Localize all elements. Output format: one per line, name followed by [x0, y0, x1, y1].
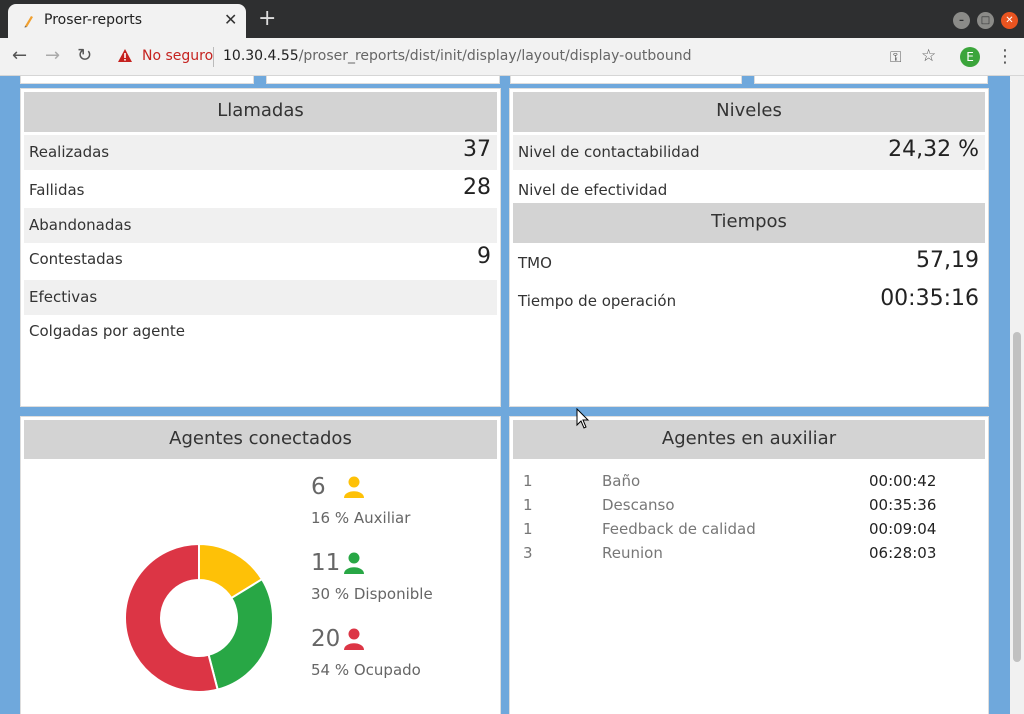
ocupado-pct: 54 % Ocupado — [311, 661, 421, 679]
close-tab-icon[interactable]: ✕ — [224, 10, 237, 29]
llamadas-row-abandonadas: Abandonadas — [24, 208, 497, 243]
browser-tab-bar: Proser-reports ✕ + – □ ✕ — [0, 0, 1024, 38]
llamadas-row-realizadas: Realizadas 37 — [24, 135, 497, 170]
row-value: 24,32 % — [888, 137, 979, 162]
not-secure-label[interactable]: No seguro — [142, 48, 213, 64]
aux-time: 00:35:36 — [869, 496, 937, 514]
row-label: Nivel de contactabilidad — [518, 143, 700, 161]
auxiliar-row: 1 Baño 00:00:42 — [510, 470, 984, 494]
address-bar[interactable]: 10.30.4.55/proser_reports/dist/init/disp… — [223, 48, 692, 64]
close-window-icon[interactable]: ✕ — [1001, 12, 1018, 29]
aux-name: Descanso — [602, 496, 675, 514]
llamadas-title: Llamadas — [24, 92, 497, 132]
page-viewport: Llamadas Realizadas 37 Fallidas 28 Aband… — [0, 76, 1024, 714]
tiempos-title: Tiempos — [513, 203, 985, 243]
row-label: Nivel de efectividad — [518, 181, 668, 199]
browser-tab[interactable]: Proser-reports ✕ — [8, 4, 246, 38]
minimize-icon[interactable]: – — [953, 12, 970, 29]
llamadas-row-efectivas: Efectivas — [24, 280, 497, 315]
forward-arrow-icon[interactable]: → — [45, 45, 60, 66]
aux-name: Baño — [602, 472, 641, 490]
bookmark-star-icon[interactable]: ☆ — [921, 46, 936, 66]
menu-dots-icon[interactable]: ⋮ — [996, 46, 1014, 67]
auxiliar-pct: 16 % Auxiliar — [311, 509, 411, 527]
user-auxiliar-icon — [344, 476, 364, 498]
back-arrow-icon[interactable]: ← — [12, 45, 27, 66]
disponible-count: 11 — [311, 550, 341, 576]
agentes-donut-chart — [124, 542, 274, 693]
aux-time: 00:09:04 — [869, 520, 937, 538]
auxiliar-row: 1 Feedback de calidad 00:09:04 — [510, 518, 984, 542]
aux-name: Feedback de calidad — [602, 520, 756, 538]
ocupado-count: 20 — [311, 626, 341, 652]
row-label: Colgadas por agente — [29, 322, 186, 340]
row-label: Realizadas — [29, 143, 110, 161]
row-label: Tiempo de operación — [518, 292, 677, 310]
auxiliar-row: 1 Descanso 00:35:36 — [510, 494, 984, 518]
favicon-icon — [24, 16, 33, 28]
aux-name: Reunion — [602, 544, 663, 562]
scroll-thumb[interactable] — [1013, 332, 1021, 662]
aux-time: 06:28:03 — [869, 544, 937, 562]
new-tab-icon[interactable]: + — [258, 6, 276, 32]
agentes-title: Agentes conectados — [24, 420, 497, 459]
row-label: TMO — [518, 254, 552, 272]
url-path: /proser_reports/dist/init/display/layout… — [298, 48, 692, 64]
disponible-pct: 30 % Disponible — [311, 585, 433, 603]
row-label: Efectivas — [29, 288, 98, 306]
llamadas-row-fallidas: Fallidas 28 — [24, 173, 497, 208]
key-icon[interactable]: ⚿ — [890, 48, 901, 66]
mouse-cursor-icon — [576, 408, 590, 429]
maximize-icon[interactable]: □ — [977, 12, 994, 29]
row-label: Contestadas — [29, 250, 123, 268]
row-label: Fallidas — [29, 181, 85, 199]
aux-count: 1 — [523, 472, 533, 490]
auxiliar-count: 6 — [311, 474, 326, 500]
user-ocupado-icon — [344, 628, 364, 650]
panel-top-1 — [20, 76, 254, 84]
browser-toolbar: ← → ↻ No seguro 10.30.4.55/proser_report… — [0, 38, 1024, 76]
page-scrollbar[interactable] — [1010, 76, 1024, 714]
aux-count: 3 — [523, 544, 533, 562]
row-value: 9 — [477, 244, 491, 269]
profile-avatar[interactable]: E — [960, 47, 980, 67]
row-value: 00:35:16 — [880, 286, 979, 311]
tab-title: Proser-reports — [44, 12, 143, 28]
row-value: 37 — [463, 137, 491, 162]
auxiliar-panel: Agentes en auxiliar 1 Baño 00:00:42 1 De… — [509, 416, 989, 714]
niveles-panel: Niveles Nivel de contactabilidad 24,32 %… — [509, 88, 989, 407]
url-separator — [213, 47, 214, 67]
aux-time: 00:00:42 — [869, 472, 937, 490]
panel-top-3 — [510, 76, 742, 84]
reload-icon[interactable]: ↻ — [77, 45, 92, 66]
aux-count: 1 — [523, 496, 533, 514]
llamadas-panel: Llamadas Realizadas 37 Fallidas 28 Aband… — [20, 88, 501, 407]
niveles-title: Niveles — [513, 92, 985, 132]
panel-top-4 — [754, 76, 988, 84]
row-label: Abandonadas — [29, 216, 132, 234]
row-value: 28 — [463, 175, 491, 200]
llamadas-row-contestadas: Contestadas 9 — [24, 242, 497, 277]
user-disponible-icon — [344, 552, 364, 574]
auxiliar-row: 3 Reunion 06:28:03 — [510, 542, 984, 566]
tiempos-row-tmo: TMO 57,19 — [513, 246, 985, 281]
panel-top-2 — [266, 76, 500, 84]
row-value: 57,19 — [916, 248, 979, 273]
aux-count: 1 — [523, 520, 533, 538]
donut-slice-disponible[interactable] — [207, 577, 274, 691]
url-host: 10.30.4.55 — [223, 48, 299, 64]
llamadas-row-colgadas: Colgadas por agente — [24, 314, 497, 349]
warning-icon — [118, 49, 132, 62]
tiempos-row-operacion: Tiempo de operación 00:35:16 — [513, 284, 985, 319]
niveles-row-contactabilidad: Nivel de contactabilidad 24,32 % — [513, 135, 985, 170]
agentes-panel: Agentes conectados 6 16 % Auxiliar 11 30… — [20, 416, 501, 714]
